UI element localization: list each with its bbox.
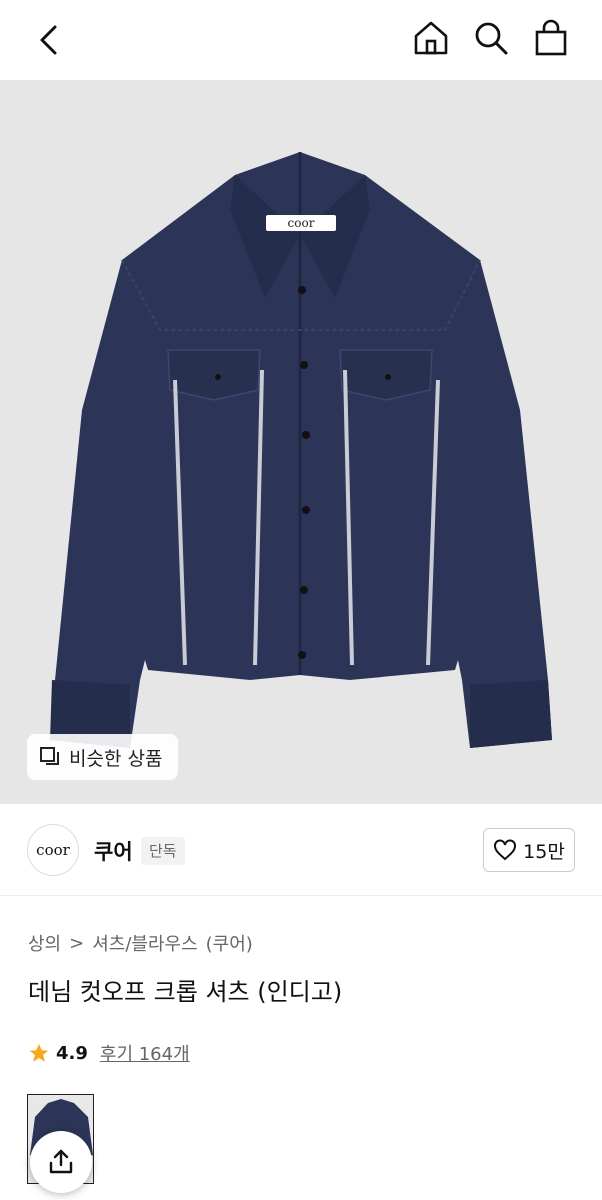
breadcrumb-category[interactable]: 상의: [28, 930, 61, 956]
breadcrumb: 상의 > 셔츠/블라우스 (쿠어): [28, 930, 253, 956]
breadcrumb-subcategory[interactable]: 셔츠/블라우스: [92, 930, 197, 956]
share-icon: [49, 1149, 73, 1174]
brand-name[interactable]: 쿠어: [94, 836, 133, 866]
rating-row: 4.9 후기 164개: [28, 1040, 190, 1066]
breadcrumb-brand[interactable]: (쿠어): [206, 930, 253, 956]
home-button[interactable]: [410, 16, 452, 60]
similar-items-icon: [40, 747, 59, 765]
similar-products-label: 비슷한 상품: [69, 747, 163, 770]
shopping-bag-icon: [535, 19, 567, 56]
product-title: 데님 컷오프 크롭 셔츠 (인디고): [28, 978, 343, 1006]
share-button[interactable]: [30, 1131, 92, 1193]
cart-button[interactable]: [530, 16, 572, 60]
top-bar: [0, 0, 602, 80]
search-icon: [475, 22, 508, 55]
like-count: 15만: [523, 840, 565, 863]
like-button[interactable]: 15만: [483, 828, 575, 872]
star-icon: [29, 1043, 49, 1062]
chevron-right-icon: >: [69, 932, 85, 954]
denim-shirt-illustration: coor: [50, 152, 552, 748]
home-icon: [414, 21, 448, 55]
chevron-left-icon: [40, 25, 57, 55]
garment-label-text: coor: [288, 216, 315, 230]
similar-products-button[interactable]: 비슷한 상품: [27, 734, 179, 780]
heart-icon: [494, 839, 517, 861]
brand-row: coor 쿠어 단독 15만: [0, 804, 602, 896]
exclusive-badge: 단독: [141, 837, 185, 865]
reviews-link[interactable]: 후기 164개: [100, 1040, 190, 1066]
product-image[interactable]: coor: [0, 80, 602, 804]
back-button[interactable]: [28, 20, 68, 60]
rating-score: 4.9: [56, 1042, 88, 1064]
brand-logo[interactable]: coor: [27, 824, 79, 876]
search-button[interactable]: [470, 16, 512, 60]
